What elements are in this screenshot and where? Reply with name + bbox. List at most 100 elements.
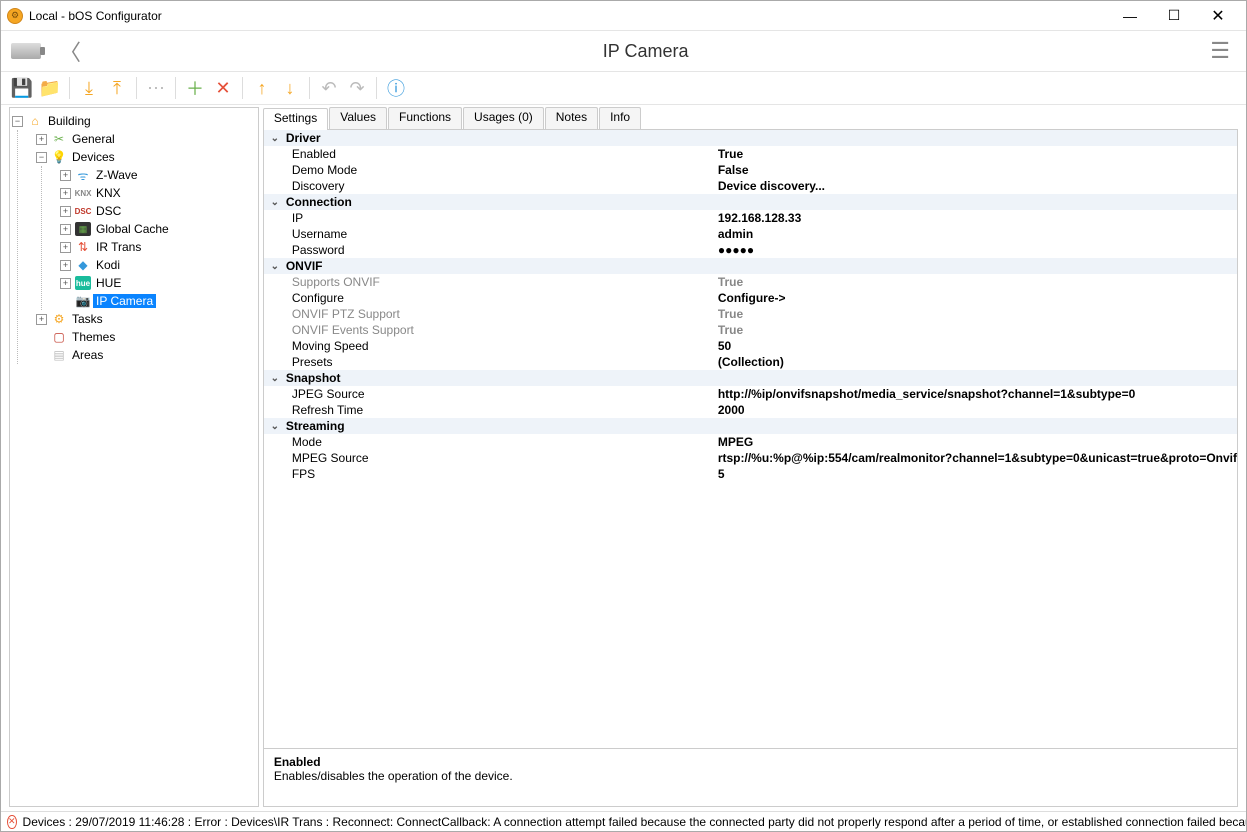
tree-knx[interactable]: +KNXKNX xyxy=(60,184,256,202)
prop-enabled[interactable]: EnabledTrue xyxy=(264,146,1237,162)
zwave-icon: ᯤ xyxy=(75,168,91,182)
expand-icon[interactable]: + xyxy=(60,278,71,289)
expand-icon[interactable]: − xyxy=(36,152,47,163)
menu-button[interactable]: ☰ xyxy=(1204,38,1236,64)
prop-presets[interactable]: Presets(Collection) xyxy=(264,354,1237,370)
prop-ptz-support[interactable]: ONVIF PTZ SupportTrue xyxy=(264,306,1237,322)
expand-icon[interactable]: + xyxy=(60,224,71,235)
prop-configure[interactable]: ConfigureConfigure-> xyxy=(264,290,1237,306)
tree-ipcamera[interactable]: 📷IP Camera xyxy=(60,292,256,310)
help-button[interactable]: ⓘ xyxy=(383,75,409,101)
minimize-button[interactable]: — xyxy=(1108,2,1152,30)
tab-functions[interactable]: Functions xyxy=(388,107,462,129)
home-icon: ⌂ xyxy=(27,114,43,128)
prop-discovery[interactable]: DiscoveryDevice discovery... xyxy=(264,178,1237,194)
prop-fps[interactable]: FPS5 xyxy=(264,466,1237,482)
camera-icon: 📷 xyxy=(75,294,91,308)
window-title: Local - bOS Configurator xyxy=(29,9,162,23)
tree-hue[interactable]: +hueHUE xyxy=(60,274,256,292)
status-text: Devices : 29/07/2019 11:46:28 : Error : … xyxy=(23,815,1246,829)
tasks-icon: ⚙ xyxy=(51,312,67,326)
page-title: IP Camera xyxy=(99,41,1192,62)
camera-icon xyxy=(11,43,41,59)
main: −⌂Building +✂General −💡Devices +ᯤZ-Wave … xyxy=(1,105,1246,811)
tab-values[interactable]: Values xyxy=(329,107,387,129)
close-button[interactable]: ✕ xyxy=(1196,2,1240,30)
chevron-down-icon[interactable]: ⌄ xyxy=(270,373,280,384)
tools-icon: ✂ xyxy=(51,132,67,146)
tab-info[interactable]: Info xyxy=(599,107,641,129)
tree-zwave[interactable]: +ᯤZ-Wave xyxy=(60,166,256,184)
add-button[interactable]: ＋ xyxy=(182,75,208,101)
open-button[interactable]: 📁 xyxy=(37,75,63,101)
prop-mode[interactable]: ModeMPEG xyxy=(264,434,1237,450)
tree-globalcache[interactable]: +▦Global Cache xyxy=(60,220,256,238)
group-connection[interactable]: ⌄Connection xyxy=(264,194,1237,210)
tree-building[interactable]: −⌂Building +✂General −💡Devices +ᯤZ-Wave … xyxy=(12,112,256,364)
tree-tasks[interactable]: +⚙Tasks xyxy=(36,310,256,328)
redo-button[interactable]: ↷ xyxy=(344,75,370,101)
expand-icon xyxy=(60,296,71,307)
bulb-icon: 💡 xyxy=(51,150,67,164)
tree-general[interactable]: +✂General xyxy=(36,130,256,148)
prop-supports-onvif[interactable]: Supports ONVIFTrue xyxy=(264,274,1237,290)
chevron-down-icon[interactable]: ⌄ xyxy=(270,133,280,144)
content-pane: Settings Values Functions Usages (0) Not… xyxy=(263,107,1238,807)
help-text: Enables/disables the operation of the de… xyxy=(274,769,1227,783)
tree-devices[interactable]: −💡Devices +ᯤZ-Wave +KNXKNX +DSCDSC +▦Glo… xyxy=(36,148,256,310)
areas-icon: ▤ xyxy=(51,348,67,362)
delete-button[interactable]: ✕ xyxy=(210,75,236,101)
prop-jpeg-source[interactable]: JPEG Sourcehttp://%ip/onvifsnapshot/medi… xyxy=(264,386,1237,402)
help-box: Enabled Enables/disables the operation o… xyxy=(264,748,1237,806)
chevron-down-icon[interactable]: ⌄ xyxy=(270,197,280,208)
group-streaming[interactable]: ⌄Streaming xyxy=(264,418,1237,434)
prop-demo-mode[interactable]: Demo ModeFalse xyxy=(264,162,1237,178)
move-down-button[interactable]: ↓ xyxy=(277,75,303,101)
prop-refresh-time[interactable]: Refresh Time2000 xyxy=(264,402,1237,418)
save-button[interactable]: 💾 xyxy=(9,75,35,101)
tree-dsc[interactable]: +DSCDSC xyxy=(60,202,256,220)
export-button[interactable]: ⤒ xyxy=(104,75,130,101)
prop-username[interactable]: Usernameadmin xyxy=(264,226,1237,242)
titlebar: Local - bOS Configurator — ☐ ✕ xyxy=(1,1,1246,31)
tree-kodi[interactable]: +◆Kodi xyxy=(60,256,256,274)
expand-icon[interactable]: + xyxy=(60,188,71,199)
maximize-button[interactable]: ☐ xyxy=(1152,2,1196,30)
more-button[interactable]: ⋯ xyxy=(143,75,169,101)
app-icon xyxy=(7,8,23,24)
tab-settings[interactable]: Settings xyxy=(263,108,328,130)
group-driver[interactable]: ⌄Driver xyxy=(264,130,1237,146)
group-snapshot[interactable]: ⌄Snapshot xyxy=(264,370,1237,386)
tree-themes[interactable]: ▢Themes xyxy=(36,328,256,346)
tab-usages[interactable]: Usages (0) xyxy=(463,107,544,129)
move-up-button[interactable]: ↑ xyxy=(249,75,275,101)
prop-ip[interactable]: IP192.168.128.33 xyxy=(264,210,1237,226)
toolbar: 💾 📁 ⤓ ⤒ ⋯ ＋ ✕ ↑ ↓ ↶ ↷ ⓘ xyxy=(1,71,1246,105)
back-button[interactable]: 〈 xyxy=(53,35,87,67)
tab-notes[interactable]: Notes xyxy=(545,107,598,129)
expand-icon[interactable]: + xyxy=(60,260,71,271)
prop-mpeg-source[interactable]: MPEG Sourcertsp://%u:%p@%ip:554/cam/real… xyxy=(264,450,1237,466)
prop-moving-speed[interactable]: Moving Speed50 xyxy=(264,338,1237,354)
expand-icon[interactable]: + xyxy=(36,134,47,145)
import-button[interactable]: ⤓ xyxy=(76,75,102,101)
expand-icon[interactable]: − xyxy=(12,116,23,127)
property-grid[interactable]: ⌄Driver EnabledTrue Demo ModeFalse Disco… xyxy=(264,130,1237,748)
expand-icon[interactable]: + xyxy=(36,314,47,325)
kodi-icon: ◆ xyxy=(75,258,91,272)
expand-icon[interactable]: + xyxy=(60,170,71,181)
group-onvif[interactable]: ⌄ONVIF xyxy=(264,258,1237,274)
prop-events-support[interactable]: ONVIF Events SupportTrue xyxy=(264,322,1237,338)
expand-icon[interactable]: + xyxy=(60,242,71,253)
chevron-down-icon[interactable]: ⌄ xyxy=(270,421,280,432)
chevron-down-icon[interactable]: ⌄ xyxy=(270,261,280,272)
statusbar: ✕ Devices : 29/07/2019 11:46:28 : Error … xyxy=(1,811,1246,831)
tree-irtrans[interactable]: +⇅IR Trans xyxy=(60,238,256,256)
tree-areas[interactable]: ▤Areas xyxy=(36,346,256,364)
undo-button[interactable]: ↶ xyxy=(316,75,342,101)
prop-password[interactable]: Password●●●●● xyxy=(264,242,1237,258)
header: 〈 IP Camera ☰ xyxy=(1,31,1246,71)
property-panel: ⌄Driver EnabledTrue Demo ModeFalse Disco… xyxy=(263,129,1238,807)
expand-icon[interactable]: + xyxy=(60,206,71,217)
tree-pane[interactable]: −⌂Building +✂General −💡Devices +ᯤZ-Wave … xyxy=(9,107,259,807)
